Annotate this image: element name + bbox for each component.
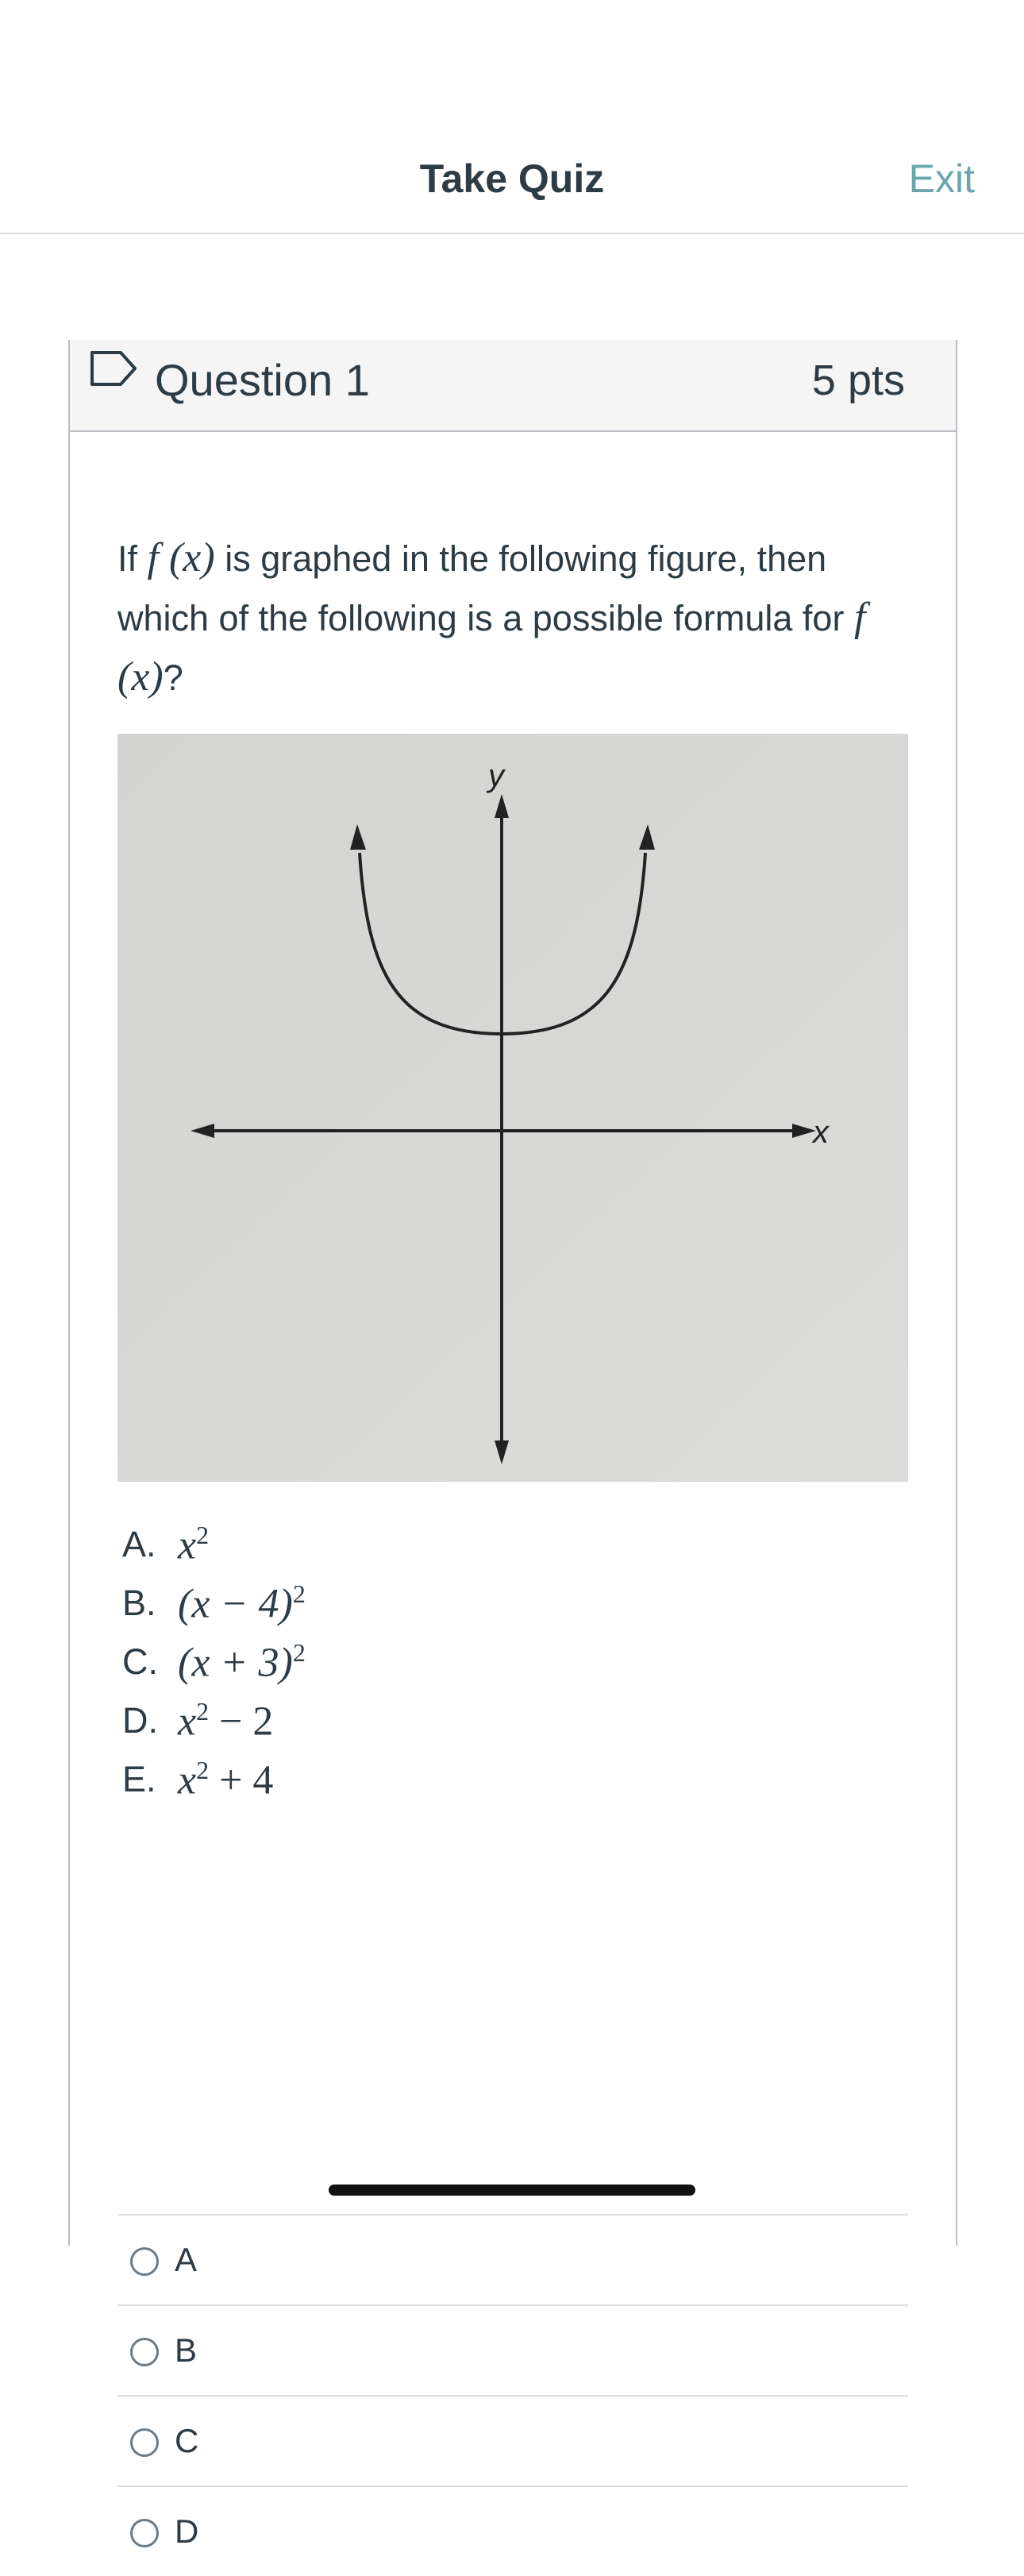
choice-expression: (x − 4)2 (178, 1579, 306, 1627)
expression-exponent: 2 (292, 1637, 306, 1667)
choice-expression: (x + 3)2 (178, 1638, 306, 1686)
choice-list: A. x2 B. (x − 4)2 C. (x + 3)2 D. x2 − 2 E. x2 + 4 (122, 1515, 306, 1809)
y-axis-label: y (486, 758, 506, 793)
question-title: Question 1 (155, 355, 370, 405)
answer-label: A (175, 2241, 198, 2278)
choice-letter: B. (122, 1583, 156, 1623)
expression-exponent: 2 (196, 1755, 210, 1784)
question-points: 5 pts (811, 357, 905, 404)
expression-base: x (178, 1522, 197, 1568)
answer-options: A B C D (117, 2214, 908, 2576)
expression-tail: − 2 (209, 1699, 274, 1745)
radio-icon[interactable] (130, 2338, 159, 2366)
choice-expression: x2 (178, 1521, 209, 1568)
choice-line: A. x2 (122, 1515, 306, 1574)
answer-option[interactable]: B (117, 2304, 908, 2395)
choice-letter: D. (122, 1700, 158, 1741)
choice-line: D. x2 − 2 (122, 1691, 306, 1750)
question-text-middle: is graphed in the following figure, then… (117, 538, 854, 638)
expression-base: x (178, 1757, 197, 1803)
function-notation: f (x) (147, 535, 215, 580)
choice-expression: x2 + 4 (178, 1756, 273, 1803)
question-text: If f (x) is graphed in the following fig… (117, 529, 911, 708)
answer-label: D (175, 2512, 199, 2550)
question-header: Question 1 5 pts (70, 340, 956, 432)
answer-label: B (175, 2331, 198, 2369)
expression-exponent: 2 (292, 1579, 306, 1608)
page-title: Take Quiz (419, 156, 605, 201)
exit-button[interactable]: Exit (909, 156, 975, 202)
expression-exponent: 2 (196, 1696, 210, 1726)
graph-svg: y x (117, 734, 908, 1482)
radio-icon[interactable] (130, 2247, 159, 2276)
answer-option[interactable]: A (117, 2214, 908, 2304)
x-axis-label: x (811, 1115, 830, 1150)
choice-letter: A. (122, 1524, 156, 1564)
graph-figure: y x (117, 734, 908, 1482)
expression-base: (x − 4) (178, 1581, 293, 1627)
choice-letter: C. (122, 1641, 158, 1682)
home-indicator (329, 2185, 695, 2196)
answer-option[interactable]: C (117, 2395, 908, 2485)
figure-background (117, 734, 908, 1482)
expression-exponent: 2 (196, 1520, 210, 1549)
choice-expression: x2 − 2 (178, 1697, 273, 1745)
radio-icon[interactable] (130, 2428, 159, 2457)
choice-line: B. (x − 4)2 (122, 1574, 306, 1633)
flag-icon[interactable] (89, 349, 138, 388)
question-text-start: If (117, 538, 148, 579)
radio-icon[interactable] (130, 2519, 159, 2547)
question-card: Question 1 5 pts If f (x) is graphed in … (68, 340, 957, 2550)
choice-line: E. x2 + 4 (122, 1750, 306, 1809)
top-bar: Take Quiz Exit (0, 0, 1024, 234)
answer-option[interactable]: D (117, 2485, 908, 2576)
choice-letter: E. (122, 1759, 156, 1799)
expression-base: x (178, 1699, 197, 1745)
choice-line: C. (x + 3)2 (122, 1633, 306, 1691)
question-text-end: ? (163, 657, 183, 698)
answer-label: C (175, 2422, 199, 2459)
expression-tail: + 4 (209, 1757, 274, 1803)
expression-base: (x + 3) (178, 1640, 293, 1686)
